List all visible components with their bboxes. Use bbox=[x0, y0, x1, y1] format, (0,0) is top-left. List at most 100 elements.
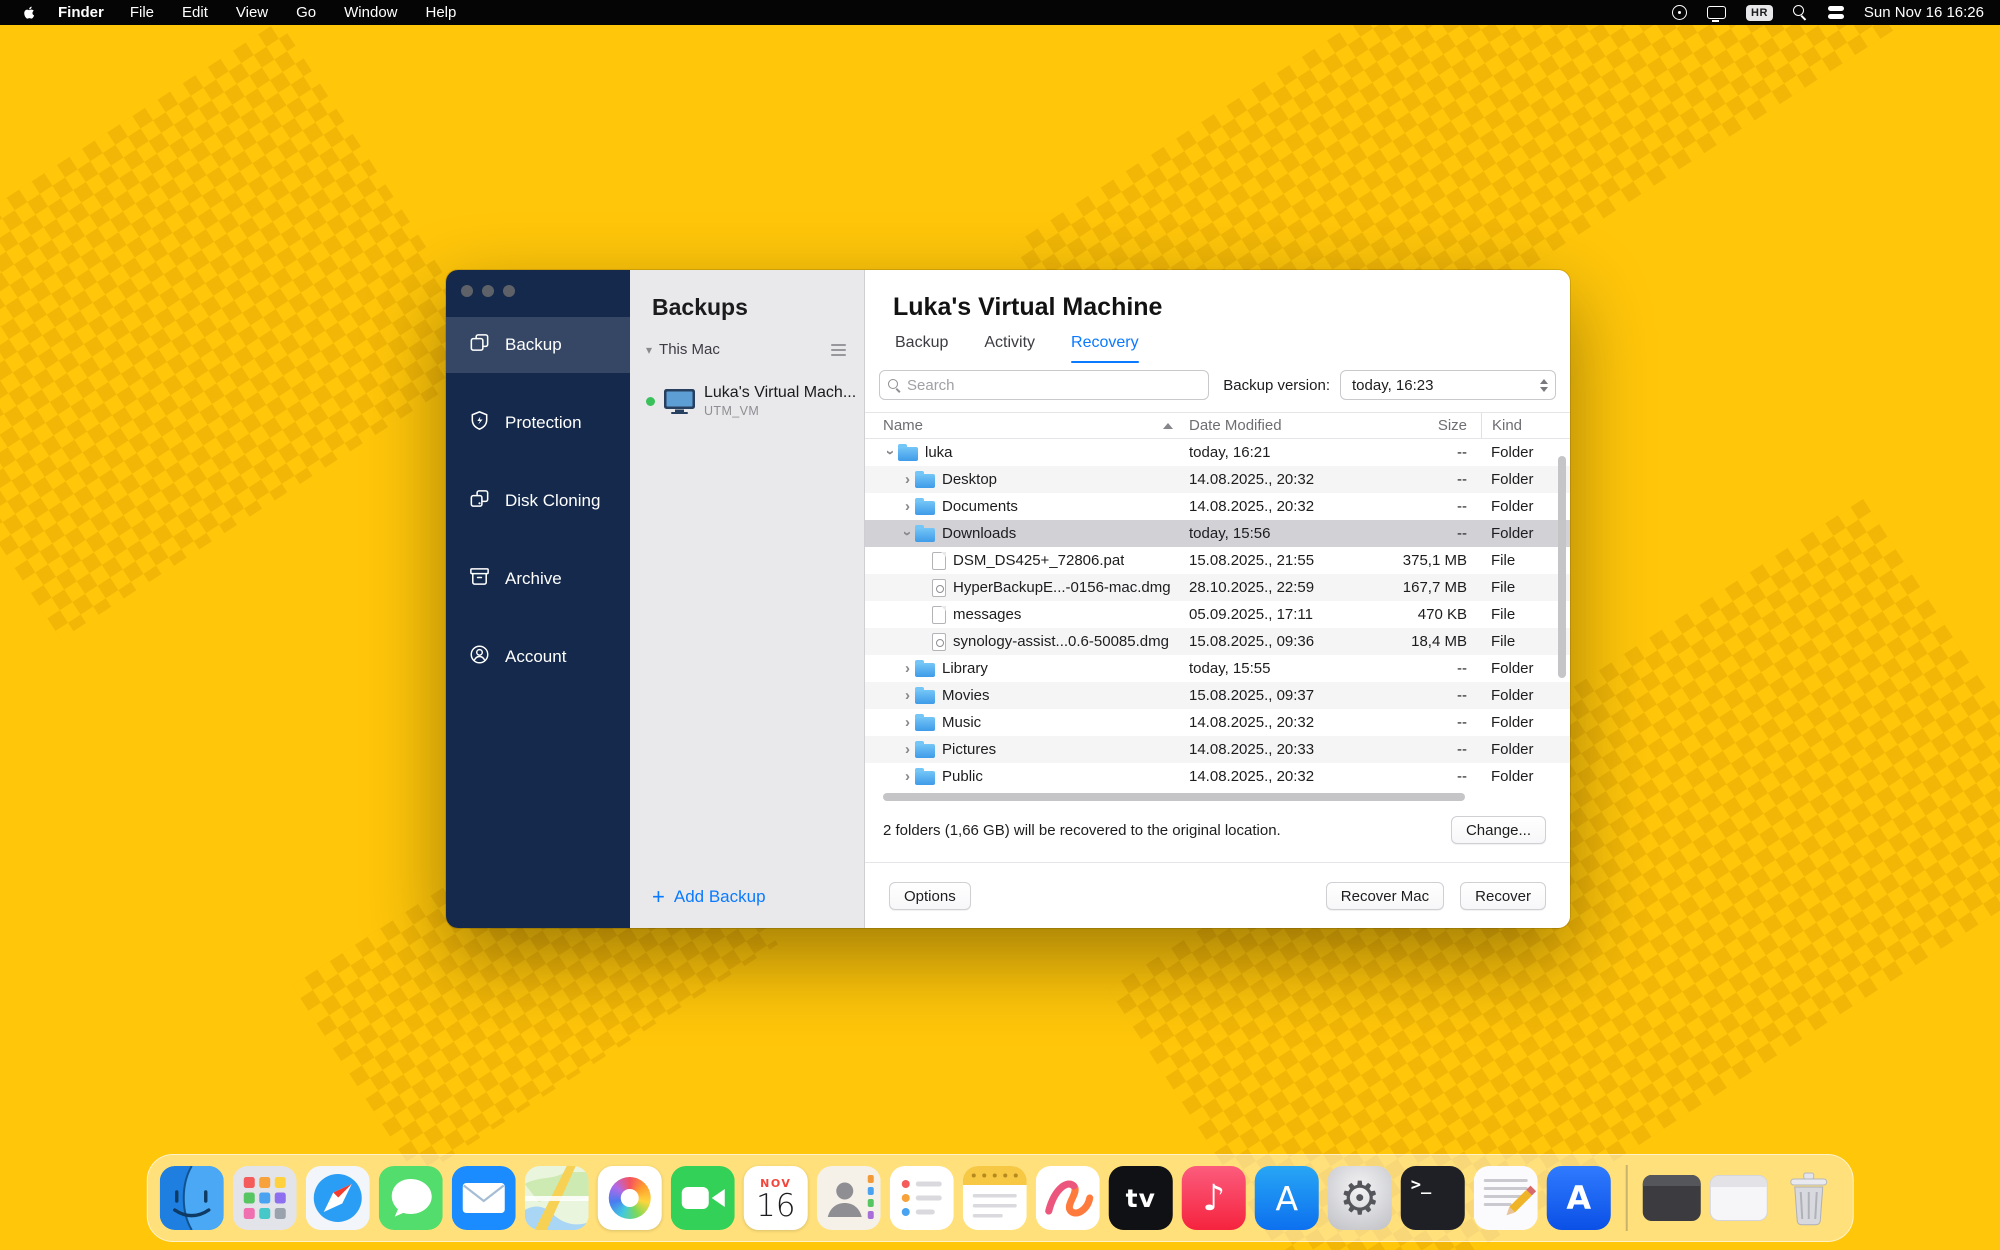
dock-item-launchpad[interactable] bbox=[233, 1166, 297, 1230]
dock-item-contacts[interactable] bbox=[817, 1166, 881, 1230]
sidebar-item-account[interactable]: Account bbox=[446, 629, 630, 685]
menu-item-edit[interactable]: Edit bbox=[182, 4, 208, 21]
menu-app-name[interactable]: Finder bbox=[58, 4, 104, 21]
list-options-icon[interactable] bbox=[831, 344, 846, 356]
dock-item-terminal[interactable]: >_ bbox=[1401, 1166, 1465, 1230]
table-row[interactable]: synology-assist...0.6-50085.dmg15.08.202… bbox=[865, 628, 1570, 655]
minimized-light-icon bbox=[1710, 1176, 1766, 1220]
column-header-date[interactable]: Date Modified bbox=[1189, 417, 1361, 434]
dock-item-acronis[interactable]: A bbox=[1547, 1166, 1611, 1230]
dock-item-safari[interactable] bbox=[306, 1166, 370, 1230]
menu-item-window[interactable]: Window bbox=[344, 4, 397, 21]
backup-list-item[interactable]: Luka's Virtual Mach... UTM_VM bbox=[630, 376, 864, 426]
sidebar-item-archive[interactable]: Archive bbox=[446, 551, 630, 607]
dock-item-textedit[interactable] bbox=[1474, 1166, 1538, 1230]
table-row[interactable]: HyperBackupE...-0156-mac.dmg28.10.2025.,… bbox=[865, 574, 1570, 601]
file-name: messages bbox=[953, 606, 1021, 623]
table-row[interactable]: ›Public14.08.2025., 20:32--Folder bbox=[865, 763, 1570, 790]
dock-item-minimized-light[interactable] bbox=[1709, 1175, 1767, 1221]
dock-item-appstore[interactable]: A bbox=[1255, 1166, 1319, 1230]
dock-item-reminders[interactable] bbox=[890, 1166, 954, 1230]
minimize-button[interactable] bbox=[482, 285, 494, 297]
disclosure-icon[interactable]: › bbox=[900, 714, 915, 731]
sidebar-item-disk-cloning[interactable]: Disk Cloning bbox=[446, 473, 630, 529]
table-row[interactable]: ›Downloadstoday, 15:56--Folder bbox=[865, 520, 1570, 547]
file-kind: Folder bbox=[1481, 498, 1558, 515]
menu-item-go[interactable]: Go bbox=[296, 4, 316, 21]
table-row[interactable]: ›Movies15.08.2025., 09:37--Folder bbox=[865, 682, 1570, 709]
horizontal-scrollbar[interactable] bbox=[883, 793, 1465, 801]
folder-icon bbox=[915, 501, 935, 515]
sidebar-item-label: Disk Cloning bbox=[505, 491, 600, 511]
menu-item-help[interactable]: Help bbox=[426, 4, 457, 21]
disclosure-icon[interactable]: › bbox=[900, 768, 915, 785]
dock-item-music[interactable]: ♪ bbox=[1182, 1166, 1246, 1230]
tab-backup[interactable]: Backup bbox=[895, 334, 948, 356]
zoom-button[interactable] bbox=[503, 285, 515, 297]
file-kind: Folder bbox=[1481, 768, 1558, 785]
disclosure-icon[interactable]: › bbox=[900, 498, 915, 515]
table-row[interactable]: DSM_DS425+_72806.pat15.08.2025., 21:5537… bbox=[865, 547, 1570, 574]
add-backup-button[interactable]: + Add Backup bbox=[652, 886, 766, 908]
table-header: Name Date Modified Size Kind bbox=[865, 412, 1570, 439]
disclosure-icon[interactable]: › bbox=[900, 660, 915, 677]
control-center-icon[interactable] bbox=[1828, 6, 1844, 19]
display-icon[interactable] bbox=[1707, 6, 1726, 19]
sidebar-item-protection[interactable]: Protection bbox=[446, 395, 630, 451]
dock-item-photos[interactable] bbox=[598, 1166, 662, 1230]
table-row[interactable]: ›Music14.08.2025., 20:32--Folder bbox=[865, 709, 1570, 736]
table-row[interactable]: ›Desktop14.08.2025., 20:32--Folder bbox=[865, 466, 1570, 493]
table-row[interactable]: ›Documents14.08.2025., 20:32--Folder bbox=[865, 493, 1570, 520]
dock-item-settings[interactable]: ⚙ bbox=[1328, 1166, 1392, 1230]
tab-activity[interactable]: Activity bbox=[984, 334, 1035, 356]
dock-item-trash[interactable] bbox=[1776, 1166, 1840, 1230]
change-button[interactable]: Change... bbox=[1451, 816, 1546, 844]
table-row[interactable]: messages05.09.2025., 17:11470 KBFile bbox=[865, 601, 1570, 628]
close-button[interactable] bbox=[461, 285, 473, 297]
options-button[interactable]: Options bbox=[889, 882, 971, 910]
recover-mac-button[interactable]: Recover Mac bbox=[1326, 882, 1444, 910]
dock-item-calendar[interactable]: NOV16 bbox=[744, 1166, 808, 1230]
column-header-kind[interactable]: Kind bbox=[1481, 413, 1558, 438]
dock-item-notes[interactable] bbox=[963, 1166, 1027, 1230]
tab-recovery[interactable]: Recovery bbox=[1071, 334, 1139, 356]
disclosure-icon[interactable]: › bbox=[899, 526, 916, 541]
disclosure-icon[interactable]: › bbox=[900, 687, 915, 704]
column-header-name[interactable]: Name bbox=[883, 417, 1189, 434]
disclosure-icon[interactable]: › bbox=[900, 471, 915, 488]
column-header-size[interactable]: Size bbox=[1361, 417, 1481, 434]
dock-item-maps[interactable] bbox=[525, 1166, 589, 1230]
disclosure-icon[interactable]: › bbox=[900, 741, 915, 758]
disclosure-icon[interactable]: › bbox=[882, 445, 899, 460]
disclosure-icon[interactable]: ▾ bbox=[646, 343, 652, 357]
search-input[interactable] bbox=[907, 377, 1200, 394]
table-row[interactable]: ›Pictures14.08.2025., 20:33--Folder bbox=[865, 736, 1570, 763]
dock-item-messages[interactable] bbox=[379, 1166, 443, 1230]
menu-item-file[interactable]: File bbox=[130, 4, 154, 21]
dock-item-appletv[interactable]: tv bbox=[1109, 1166, 1173, 1230]
dock-item-minimized-dark[interactable] bbox=[1642, 1175, 1700, 1221]
dock-item-finder[interactable] bbox=[160, 1166, 224, 1230]
dock-item-facetime[interactable] bbox=[671, 1166, 735, 1230]
backup-version-select[interactable]: today, 16:23 bbox=[1340, 370, 1556, 400]
file-kind: Folder bbox=[1481, 444, 1558, 461]
dock-item-freeform[interactable] bbox=[1036, 1166, 1100, 1230]
sidebar-item-backup[interactable]: Backup bbox=[446, 317, 630, 373]
apple-icon[interactable] bbox=[22, 4, 40, 22]
tab-bar: Backup Activity Recovery bbox=[865, 334, 1570, 356]
bottom-toolbar: Options Recover Mac Recover bbox=[865, 863, 1570, 910]
spotlight-icon[interactable] bbox=[1793, 5, 1808, 20]
input-source-badge[interactable]: HR bbox=[1746, 5, 1773, 21]
menu-clock[interactable]: Sun Nov 16 16:26 bbox=[1864, 4, 1984, 21]
table-row[interactable]: ›Librarytoday, 15:55--Folder bbox=[865, 655, 1570, 682]
table-row[interactable]: ›lukatoday, 16:21--Folder bbox=[865, 439, 1570, 466]
vertical-scrollbar[interactable] bbox=[1558, 456, 1566, 678]
status-circle-icon[interactable] bbox=[1672, 5, 1687, 20]
folder-icon bbox=[915, 663, 935, 677]
dock-item-mail[interactable] bbox=[452, 1166, 516, 1230]
file-size: -- bbox=[1361, 498, 1481, 515]
this-mac-row[interactable]: ▾ This Mac bbox=[630, 341, 864, 358]
recover-button[interactable]: Recover bbox=[1460, 882, 1546, 910]
menu-item-view[interactable]: View bbox=[236, 4, 268, 21]
search-field[interactable] bbox=[879, 370, 1209, 400]
